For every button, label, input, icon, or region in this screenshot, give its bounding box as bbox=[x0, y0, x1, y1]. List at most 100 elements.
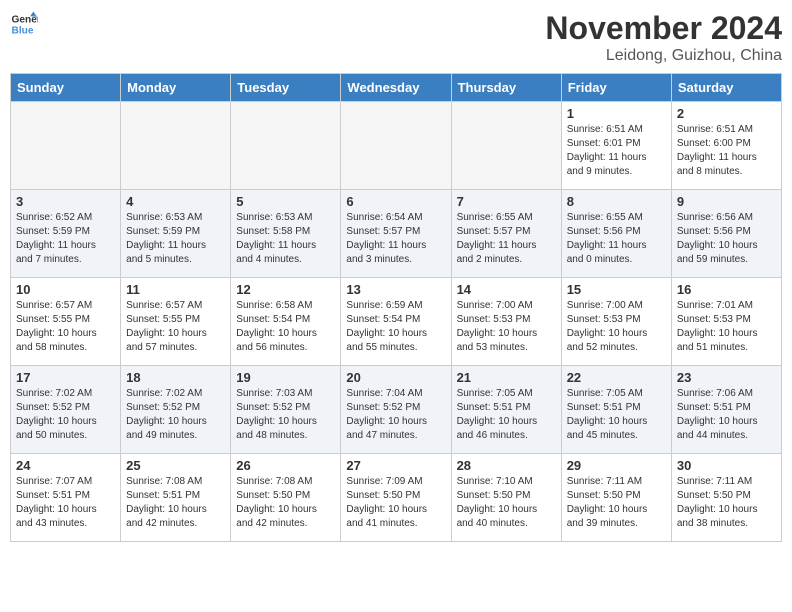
calendar-cell: 16 Sunrise: 7:01 AM Sunset: 5:53 PM Dayli… bbox=[671, 278, 781, 366]
calendar-cell: 10 Sunrise: 6:57 AM Sunset: 5:55 PM Dayli… bbox=[11, 278, 121, 366]
day-info: Sunrise: 7:07 AM Sunset: 5:51 PM Dayligh… bbox=[16, 475, 115, 531]
month-title: November 2024 bbox=[545, 10, 782, 47]
day-number: 27 bbox=[346, 458, 445, 473]
day-info: Sunrise: 6:51 AM Sunset: 6:00 PM Dayligh… bbox=[677, 123, 776, 179]
day-number: 10 bbox=[16, 282, 115, 297]
calendar-cell: 18 Sunrise: 7:02 AM Sunset: 5:52 PM Dayli… bbox=[121, 366, 231, 454]
day-info: Sunrise: 6:53 AM Sunset: 5:58 PM Dayligh… bbox=[236, 211, 335, 267]
day-number: 20 bbox=[346, 370, 445, 385]
day-info: Sunrise: 7:00 AM Sunset: 5:53 PM Dayligh… bbox=[567, 299, 666, 355]
calendar-cell: 7 Sunrise: 6:55 AM Sunset: 5:57 PM Daylig… bbox=[451, 190, 561, 278]
calendar-cell: 4 Sunrise: 6:53 AM Sunset: 5:59 PM Daylig… bbox=[121, 190, 231, 278]
day-number: 29 bbox=[567, 458, 666, 473]
calendar-cell: 12 Sunrise: 6:58 AM Sunset: 5:54 PM Dayli… bbox=[231, 278, 341, 366]
day-info: Sunrise: 6:58 AM Sunset: 5:54 PM Dayligh… bbox=[236, 299, 335, 355]
day-number: 7 bbox=[457, 194, 556, 209]
day-number: 28 bbox=[457, 458, 556, 473]
day-number: 5 bbox=[236, 194, 335, 209]
calendar-cell: 1 Sunrise: 6:51 AM Sunset: 6:01 PM Daylig… bbox=[561, 102, 671, 190]
day-number: 26 bbox=[236, 458, 335, 473]
day-number: 9 bbox=[677, 194, 776, 209]
weekday-header-saturday: Saturday bbox=[671, 74, 781, 102]
week-row-5: 24 Sunrise: 7:07 AM Sunset: 5:51 PM Dayli… bbox=[11, 454, 782, 542]
day-info: Sunrise: 7:05 AM Sunset: 5:51 PM Dayligh… bbox=[567, 387, 666, 443]
calendar-cell: 14 Sunrise: 7:00 AM Sunset: 5:53 PM Dayli… bbox=[451, 278, 561, 366]
weekday-header-friday: Friday bbox=[561, 74, 671, 102]
day-number: 30 bbox=[677, 458, 776, 473]
day-info: Sunrise: 7:02 AM Sunset: 5:52 PM Dayligh… bbox=[16, 387, 115, 443]
svg-text:Blue: Blue bbox=[12, 25, 34, 36]
calendar-cell: 19Sunrise: 7:03 AM Sunset: 5:52 PM Dayli… bbox=[231, 366, 341, 454]
weekday-header-monday: Monday bbox=[121, 74, 231, 102]
weekday-header-tuesday: Tuesday bbox=[231, 74, 341, 102]
calendar-cell: 8 Sunrise: 6:55 AM Sunset: 5:56 PM Daylig… bbox=[561, 190, 671, 278]
day-info: Sunrise: 7:09 AM Sunset: 5:50 PM Dayligh… bbox=[346, 475, 445, 531]
logo: General Blue bbox=[10, 10, 38, 38]
logo-icon: General Blue bbox=[10, 10, 38, 38]
day-info: Sunrise: 7:05 AM Sunset: 5:51 PM Dayligh… bbox=[457, 387, 556, 443]
day-info: Sunrise: 6:51 AM Sunset: 6:01 PM Dayligh… bbox=[567, 123, 666, 179]
day-info: Sunrise: 7:03 AM Sunset: 5:52 PM Dayligh… bbox=[236, 387, 335, 443]
day-number: 11 bbox=[126, 282, 225, 297]
day-info: Sunrise: 6:55 AM Sunset: 5:57 PM Dayligh… bbox=[457, 211, 556, 267]
day-info: Sunrise: 6:56 AM Sunset: 5:56 PM Dayligh… bbox=[677, 211, 776, 267]
day-info: Sunrise: 7:00 AM Sunset: 5:53 PM Dayligh… bbox=[457, 299, 556, 355]
day-info: Sunrise: 7:11 AM Sunset: 5:50 PM Dayligh… bbox=[677, 475, 776, 531]
day-number: 4 bbox=[126, 194, 225, 209]
day-info: Sunrise: 6:59 AM Sunset: 5:54 PM Dayligh… bbox=[346, 299, 445, 355]
day-number: 8 bbox=[567, 194, 666, 209]
day-info: Sunrise: 6:54 AM Sunset: 5:57 PM Dayligh… bbox=[346, 211, 445, 267]
day-number: 2 bbox=[677, 106, 776, 121]
day-number: 1 bbox=[567, 106, 666, 121]
calendar-cell: 24 Sunrise: 7:07 AM Sunset: 5:51 PM Dayli… bbox=[11, 454, 121, 542]
calendar-cell: 17 Sunrise: 7:02 AM Sunset: 5:52 PM Dayli… bbox=[11, 366, 121, 454]
calendar-cell bbox=[121, 102, 231, 190]
day-number: 18 bbox=[126, 370, 225, 385]
day-info: Sunrise: 6:55 AM Sunset: 5:56 PM Dayligh… bbox=[567, 211, 666, 267]
calendar-cell: 11 Sunrise: 6:57 AM Sunset: 5:55 PM Dayli… bbox=[121, 278, 231, 366]
day-info: Sunrise: 6:52 AM Sunset: 5:59 PM Dayligh… bbox=[16, 211, 115, 267]
day-info: Sunrise: 7:04 AM Sunset: 5:52 PM Dayligh… bbox=[346, 387, 445, 443]
calendar-cell: 28Sunrise: 7:10 AM Sunset: 5:50 PM Dayli… bbox=[451, 454, 561, 542]
day-info: Sunrise: 7:06 AM Sunset: 5:51 PM Dayligh… bbox=[677, 387, 776, 443]
day-number: 17 bbox=[16, 370, 115, 385]
calendar-cell: 15Sunrise: 7:00 AM Sunset: 5:53 PM Dayli… bbox=[561, 278, 671, 366]
day-number: 6 bbox=[346, 194, 445, 209]
day-info: Sunrise: 6:57 AM Sunset: 5:55 PM Dayligh… bbox=[126, 299, 225, 355]
location-title: Leidong, Guizhou, China bbox=[545, 47, 782, 65]
day-number: 23 bbox=[677, 370, 776, 385]
calendar-cell: 13 Sunrise: 6:59 AM Sunset: 5:54 PM Dayli… bbox=[341, 278, 451, 366]
day-number: 22 bbox=[567, 370, 666, 385]
day-number: 14 bbox=[457, 282, 556, 297]
calendar-cell: 2 Sunrise: 6:51 AM Sunset: 6:00 PM Daylig… bbox=[671, 102, 781, 190]
calendar-cell: 9 Sunrise: 6:56 AM Sunset: 5:56 PM Daylig… bbox=[671, 190, 781, 278]
calendar-cell: 20 Sunrise: 7:04 AM Sunset: 5:52 PM Dayli… bbox=[341, 366, 451, 454]
weekday-header-sunday: Sunday bbox=[11, 74, 121, 102]
day-info: Sunrise: 6:57 AM Sunset: 5:55 PM Dayligh… bbox=[16, 299, 115, 355]
weekday-header-wednesday: Wednesday bbox=[341, 74, 451, 102]
day-number: 21 bbox=[457, 370, 556, 385]
day-info: Sunrise: 6:53 AM Sunset: 5:59 PM Dayligh… bbox=[126, 211, 225, 267]
day-number: 25 bbox=[126, 458, 225, 473]
page-header: General Blue November 2024 Leidong, Guiz… bbox=[10, 10, 782, 65]
day-info: Sunrise: 7:02 AM Sunset: 5:52 PM Dayligh… bbox=[126, 387, 225, 443]
calendar-cell: 21 Sunrise: 7:05 AM Sunset: 5:51 PM Dayli… bbox=[451, 366, 561, 454]
day-number: 24 bbox=[16, 458, 115, 473]
calendar-cell: 3Sunrise: 6:52 AM Sunset: 5:59 PM Daylig… bbox=[11, 190, 121, 278]
calendar-cell: 29 Sunrise: 7:11 AM Sunset: 5:50 PM Dayli… bbox=[561, 454, 671, 542]
day-info: Sunrise: 7:01 AM Sunset: 5:53 PM Dayligh… bbox=[677, 299, 776, 355]
calendar-cell: 25 Sunrise: 7:08 AM Sunset: 5:51 PM Dayli… bbox=[121, 454, 231, 542]
calendar-cell: 30 Sunrise: 7:11 AM Sunset: 5:50 PM Dayli… bbox=[671, 454, 781, 542]
day-info: Sunrise: 7:11 AM Sunset: 5:50 PM Dayligh… bbox=[567, 475, 666, 531]
calendar-cell: 22 Sunrise: 7:05 AM Sunset: 5:51 PM Dayli… bbox=[561, 366, 671, 454]
day-number: 12 bbox=[236, 282, 335, 297]
day-info: Sunrise: 7:08 AM Sunset: 5:51 PM Dayligh… bbox=[126, 475, 225, 531]
weekday-header-thursday: Thursday bbox=[451, 74, 561, 102]
weekday-header-row: SundayMondayTuesdayWednesdayThursdayFrid… bbox=[11, 74, 782, 102]
day-number: 16 bbox=[677, 282, 776, 297]
title-area: November 2024 Leidong, Guizhou, China bbox=[545, 10, 782, 65]
week-row-2: 3Sunrise: 6:52 AM Sunset: 5:59 PM Daylig… bbox=[11, 190, 782, 278]
calendar-cell: 23 Sunrise: 7:06 AM Sunset: 5:51 PM Dayli… bbox=[671, 366, 781, 454]
day-number: 13 bbox=[346, 282, 445, 297]
calendar-cell bbox=[231, 102, 341, 190]
